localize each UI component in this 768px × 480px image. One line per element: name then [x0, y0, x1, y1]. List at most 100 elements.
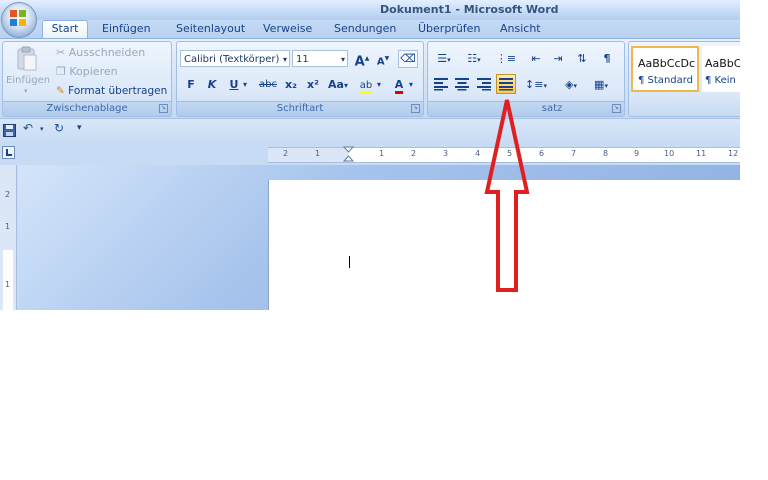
paste-dropdown-arrow-icon: ▾ [24, 87, 28, 95]
tab-start[interactable]: Start [42, 20, 88, 40]
align-right-button[interactable] [476, 77, 492, 91]
undo-icon[interactable]: ↶ [23, 121, 33, 135]
justify-button[interactable] [496, 74, 516, 94]
tab-selector-button[interactable] [2, 146, 15, 159]
font-color-button[interactable]: A [390, 76, 408, 94]
window-title: Dokument1 - Microsoft Word [380, 3, 559, 16]
ruler-number: 8 [603, 149, 609, 158]
italic-icon: K [207, 78, 217, 91]
copy-label: Kopieren [69, 65, 118, 78]
style-no-spacing[interactable]: AaBbC ¶ Kein L [702, 46, 740, 92]
copy-button[interactable]: ❐ Kopieren [56, 63, 166, 81]
highlighter-icon: ab [359, 80, 373, 94]
highlight-button[interactable]: ab [356, 76, 376, 94]
quick-access-toolbar [0, 118, 740, 143]
show-formatting-button[interactable]: ¶ [598, 50, 616, 68]
bullet-list-icon: ☰ [437, 52, 448, 65]
ruler-number: 1 [315, 149, 321, 158]
ruler-number: 2 [411, 149, 417, 158]
style-standard-name: ¶ Standard [638, 75, 694, 86]
text-cursor [349, 256, 350, 268]
font-size-value: 11 [296, 54, 309, 65]
borders-button[interactable]: ▦▾ [588, 76, 614, 94]
increase-indent-button[interactable]: ⇥ [549, 50, 567, 68]
shading-button[interactable]: ◈▾ [558, 76, 584, 94]
sort-button[interactable]: ⇅ [573, 50, 591, 68]
font-color-icon: A [394, 78, 404, 94]
bold-button[interactable]: F [182, 76, 200, 94]
vruler-number: 1 [5, 280, 11, 289]
font-dialog-launcher[interactable]: ↘ [411, 104, 420, 113]
tab-page-layout[interactable]: Seitenlayout [176, 21, 245, 37]
undo-dropdown-icon[interactable]: ▾ [40, 125, 44, 133]
bold-icon: F [187, 78, 195, 91]
font-group-label: Schriftart [276, 103, 324, 114]
increase-indent-icon: ⇥ [553, 52, 563, 65]
eraser-icon: ⌫ [400, 52, 416, 65]
underline-icon: U [229, 78, 239, 91]
redo-icon[interactable]: ↻ [54, 121, 64, 135]
tab-mailings[interactable]: Sendungen [334, 21, 396, 37]
chevron-down-icon: ▾ [282, 55, 287, 64]
style-standard-preview: AaBbCcDc [638, 57, 696, 70]
underline-button[interactable]: U [225, 76, 243, 94]
copy-icon: ❐ [56, 65, 66, 78]
underline-dropdown-icon[interactable]: ▾ [243, 80, 247, 89]
superscript-icon: x² [307, 78, 319, 91]
style-no-spacing-name: ¶ Kein L [705, 75, 740, 86]
font-name-combo[interactable]: Calibri (Textkörper) ▾ [180, 50, 290, 67]
line-spacing-icon: ↕≡ [525, 78, 544, 91]
decrease-indent-icon: ⇤ [531, 52, 541, 65]
red-arrow-annotation [484, 99, 530, 292]
save-icon[interactable] [3, 124, 16, 137]
numbered-list-icon: ☷ [467, 52, 478, 65]
paste-label: Einfügen [6, 75, 51, 86]
bullets-button[interactable]: ☰▾ [432, 50, 456, 68]
customize-qat-icon[interactable]: ▾ [77, 123, 82, 133]
change-case-icon: Aa [328, 78, 344, 91]
pilcrow-icon: ¶ [603, 52, 611, 65]
decrease-indent-button[interactable]: ⇤ [527, 50, 545, 68]
ruler-number: 12 [728, 149, 739, 158]
ruler-number: 11 [696, 149, 707, 158]
shrink-font-button[interactable]: A▼ [374, 50, 392, 68]
clipboard-dialog-launcher[interactable]: ↘ [159, 104, 168, 113]
align-center-button[interactable] [454, 77, 470, 91]
numbering-button[interactable]: ☷▾ [462, 50, 486, 68]
subscript-icon: x₂ [285, 78, 297, 91]
sort-icon: ⇅ [577, 52, 587, 65]
paragraph-dialog-launcher[interactable]: ↘ [612, 104, 621, 113]
ruler-number: 6 [539, 149, 545, 158]
tab-review[interactable]: Überprüfen [418, 21, 480, 37]
style-standard[interactable]: AaBbCcDc ¶ Standard [631, 46, 699, 92]
ruler-number: 4 [475, 149, 481, 158]
multilevel-list-button[interactable]: ⋮≡ [494, 50, 518, 68]
ruler-number: 3 [443, 149, 449, 158]
vruler-number: 2 [5, 190, 11, 199]
tab-view[interactable]: Ansicht [500, 21, 541, 37]
ruler-number: 9 [634, 149, 640, 158]
change-case-button[interactable]: Aa▾ [327, 76, 349, 94]
align-left-button[interactable] [433, 77, 449, 91]
italic-button[interactable]: K [203, 76, 221, 94]
cut-button[interactable]: ✂ Ausschneiden [56, 44, 166, 62]
paste-button[interactable]: Einfügen ▾ [6, 44, 50, 98]
tab-references[interactable]: Verweise [263, 21, 312, 37]
grow-font-button[interactable]: A▲ [353, 50, 371, 69]
font-color-dropdown-icon[interactable]: ▾ [409, 80, 413, 89]
style-no-spacing-preview: AaBbC [705, 57, 740, 70]
cut-label: Ausschneiden [68, 46, 146, 59]
format-painter-button[interactable]: ✎ Format übertragen [56, 82, 172, 100]
strikethrough-button[interactable]: abc [256, 76, 280, 94]
tab-insert[interactable]: Einfügen [102, 21, 151, 37]
line-spacing-button[interactable]: ↕≡▾ [523, 76, 549, 94]
word-window: Dokument1 - Microsoft Word Start Einfüge… [0, 0, 740, 310]
font-name-value: Calibri (Textkörper) [184, 54, 280, 65]
border-icon: ▦ [594, 78, 605, 91]
subscript-button[interactable]: x₂ [282, 76, 300, 94]
highlight-dropdown-icon[interactable]: ▾ [377, 80, 381, 89]
indent-marker-icon[interactable] [343, 146, 354, 163]
superscript-button[interactable]: x² [304, 76, 322, 94]
clear-formatting-button[interactable]: ⌫ [398, 50, 418, 68]
font-size-combo[interactable]: 11 ▾ [292, 50, 348, 67]
